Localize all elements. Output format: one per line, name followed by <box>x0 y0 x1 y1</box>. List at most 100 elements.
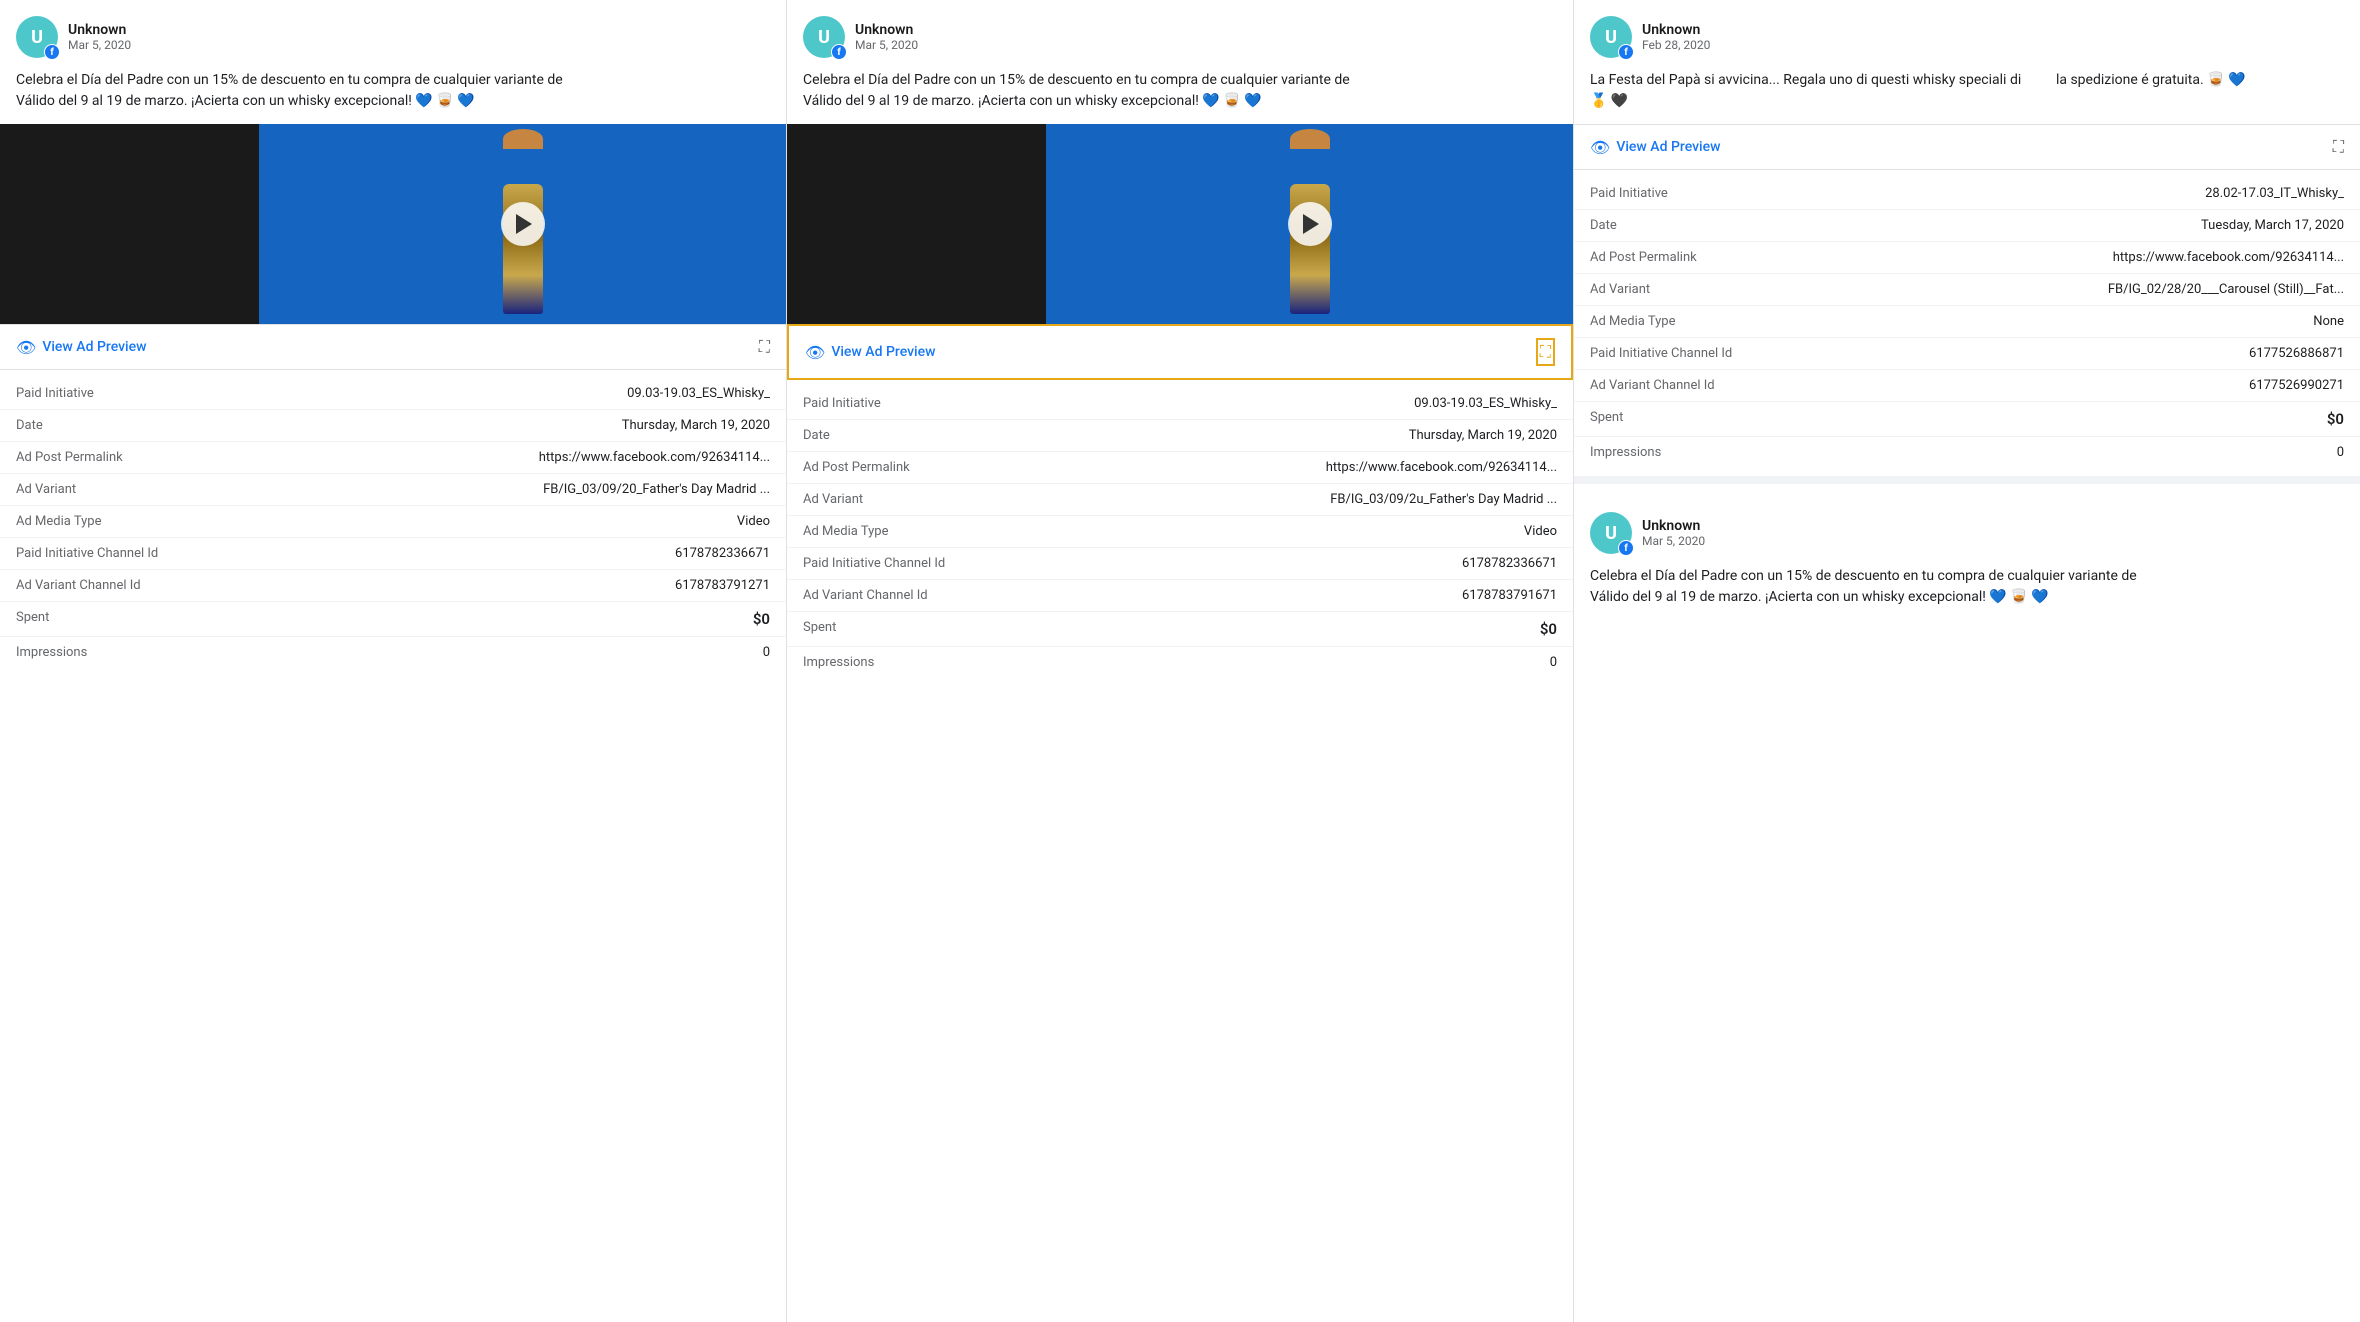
detail-row-variant-channel-1: Ad Variant Channel Id 6178783791271 <box>0 570 786 602</box>
label-media-type-2: Ad Media Type <box>803 524 943 539</box>
avatar-2: U f <box>803 16 845 58</box>
label-permalink-3: Ad Post Permalink <box>1590 250 1730 265</box>
user-name-2: Unknown <box>855 22 918 38</box>
label-variant-channel-2: Ad Variant Channel Id <box>803 588 943 603</box>
label-channel-id-1: Paid Initiative Channel Id <box>16 546 158 561</box>
ad-card-3: U f Unknown Feb 28, 2020 La Festa del Pa… <box>1574 0 2360 1322</box>
label-variant-2: Ad Variant <box>803 492 943 507</box>
view-ad-row-3: 👁 View Ad Preview ⛶ <box>1574 124 2360 170</box>
post-date-3b: Mar 5, 2020 <box>1642 534 1705 548</box>
detail-row-paid-initiative-1: Paid Initiative 09.03-19.03_ES_Whisky_ <box>0 378 786 410</box>
cards-container: U f Unknown Mar 5, 2020 Celebra el Día d… <box>0 0 2360 1322</box>
detail-row-paid-initiative-2: Paid Initiative 09.03-19.03_ES_Whisky_ <box>787 388 1573 420</box>
fb-badge-1: f <box>44 44 60 60</box>
header-info-1: Unknown Mar 5, 2020 <box>68 22 131 52</box>
avatar-initial-3: U <box>1605 27 1617 48</box>
ad-image-inner-2 <box>787 124 1573 324</box>
view-ad-label-3: View Ad Preview <box>1616 139 1720 155</box>
label-variant-3: Ad Variant <box>1590 282 1730 297</box>
detail-row-impressions-1: Impressions 0 <box>0 637 786 668</box>
value-paid-initiative-3: 28.02-17.03_IT_Whisky_ <box>2205 186 2344 201</box>
value-spent-2: $0 <box>1540 620 1557 638</box>
card-header-3b: U f Unknown Mar 5, 2020 <box>1574 496 2360 566</box>
view-ad-link-1[interactable]: 👁 View Ad Preview <box>16 338 147 357</box>
value-date-3: Tuesday, March 17, 2020 <box>2201 218 2344 233</box>
detail-row-variant-3: Ad Variant FB/IG_02/28/20___Carousel (St… <box>1574 274 2360 306</box>
value-channel-id-2: 6178782336671 <box>1462 556 1557 571</box>
detail-row-paid-initiative-3: Paid Initiative 28.02-17.03_IT_Whisky_ <box>1574 178 2360 210</box>
view-ad-row-1: 👁 View Ad Preview ⛶ <box>0 324 786 370</box>
detail-row-spent-1: Spent $0 <box>0 602 786 637</box>
value-variant-channel-3: 6177526990271 <box>2249 378 2344 393</box>
value-channel-id-1: 6178782336671 <box>675 546 770 561</box>
detail-row-date-2: Date Thursday, March 19, 2020 <box>787 420 1573 452</box>
value-paid-initiative-1: 09.03-19.03_ES_Whisky_ <box>627 386 770 401</box>
user-name-3b: Unknown <box>1642 518 1705 534</box>
view-ad-label-2: View Ad Preview <box>831 344 935 360</box>
play-button-2[interactable] <box>1288 202 1332 246</box>
label-impressions-1: Impressions <box>16 645 156 660</box>
avatar-3: U f <box>1590 16 1632 58</box>
detail-row-media-type-1: Ad Media Type Video <box>0 506 786 538</box>
detail-row-media-type-2: Ad Media Type Video <box>787 516 1573 548</box>
user-name-1: Unknown <box>68 22 131 38</box>
expand-icon-2[interactable]: ⛶ <box>1536 338 1555 366</box>
header-info-3: Unknown Feb 28, 2020 <box>1642 22 1710 52</box>
detail-row-variant-1: Ad Variant FB/IG_03/09/20_Father's Day M… <box>0 474 786 506</box>
value-date-1: Thursday, March 19, 2020 <box>622 418 770 433</box>
ad-card-1: U f Unknown Mar 5, 2020 Celebra el Día d… <box>0 0 787 1322</box>
label-media-type-1: Ad Media Type <box>16 514 156 529</box>
second-post-3: U f Unknown Mar 5, 2020 Celebra el Día d… <box>1574 484 2360 620</box>
expand-icon-3[interactable]: ⛶ <box>2333 137 2344 157</box>
detail-row-variant-channel-2: Ad Variant Channel Id 6178783791671 <box>787 580 1573 612</box>
label-permalink-2: Ad Post Permalink <box>803 460 943 475</box>
detail-row-date-3: Date Tuesday, March 17, 2020 <box>1574 210 2360 242</box>
detail-row-spent-2: Spent $0 <box>787 612 1573 647</box>
view-ad-row-2: 👁 View Ad Preview ⛶ <box>787 324 1573 380</box>
view-ad-link-2[interactable]: 👁 View Ad Preview <box>805 343 936 362</box>
value-spent-3: $0 <box>2327 410 2344 428</box>
ad-image-1 <box>0 124 786 324</box>
view-ad-label-1: View Ad Preview <box>42 339 146 355</box>
label-impressions-3: Impressions <box>1590 445 1730 460</box>
fb-badge-3: f <box>1618 44 1634 60</box>
post-text-2: Celebra el Día del Padre con un 15% de d… <box>787 70 1573 124</box>
label-channel-id-3: Paid Initiative Channel Id <box>1590 346 1732 361</box>
label-date-2: Date <box>803 428 943 443</box>
label-paid-initiative-1: Paid Initiative <box>16 386 156 401</box>
label-variant-channel-3: Ad Variant Channel Id <box>1590 378 1730 393</box>
detail-row-impressions-3: Impressions 0 <box>1574 437 2360 468</box>
value-date-2: Thursday, March 19, 2020 <box>1409 428 1557 443</box>
value-paid-initiative-2: 09.03-19.03_ES_Whisky_ <box>1414 396 1557 411</box>
avatar-initial-1: U <box>31 27 43 48</box>
value-variant-channel-2: 6178783791671 <box>1462 588 1557 603</box>
detail-row-channel-id-2: Paid Initiative Channel Id 6178782336671 <box>787 548 1573 580</box>
detail-row-date-1: Date Thursday, March 19, 2020 <box>0 410 786 442</box>
detail-row-variant-channel-3: Ad Variant Channel Id 6177526990271 <box>1574 370 2360 402</box>
card-divider-3 <box>1574 476 2360 484</box>
details-section-3: Paid Initiative 28.02-17.03_IT_Whisky_ D… <box>1574 170 2360 476</box>
value-channel-id-3: 6177526886871 <box>2249 346 2344 361</box>
details-section-2: Paid Initiative 09.03-19.03_ES_Whisky_ D… <box>787 380 1573 686</box>
post-text-1: Celebra el Día del Padre con un 15% de d… <box>0 70 786 124</box>
view-ad-link-3[interactable]: 👁 View Ad Preview <box>1590 138 1721 157</box>
detail-row-channel-id-1: Paid Initiative Channel Id 6178782336671 <box>0 538 786 570</box>
value-spent-1: $0 <box>753 610 770 628</box>
label-permalink-1: Ad Post Permalink <box>16 450 156 465</box>
eye-icon-2: 👁 <box>805 343 825 362</box>
img-left-2 <box>787 124 1046 324</box>
fb-badge-2: f <box>831 44 847 60</box>
img-right-2 <box>1046 124 1573 324</box>
label-media-type-3: Ad Media Type <box>1590 314 1730 329</box>
play-button-1[interactable] <box>501 202 545 246</box>
value-permalink-3: https://www.facebook.com/92634114... <box>2113 250 2344 265</box>
value-variant-1: FB/IG_03/09/20_Father's Day Madrid ... <box>543 482 770 497</box>
value-permalink-2: https://www.facebook.com/92634114... <box>1326 460 1557 475</box>
value-permalink-1: https://www.facebook.com/92634114... <box>539 450 770 465</box>
expand-icon-1[interactable]: ⛶ <box>759 337 770 357</box>
avatar-3b: U f <box>1590 512 1632 554</box>
detail-row-media-type-3: Ad Media Type None <box>1574 306 2360 338</box>
label-channel-id-2: Paid Initiative Channel Id <box>803 556 945 571</box>
avatar-initial-3b: U <box>1605 523 1617 544</box>
img-left-1 <box>0 124 259 324</box>
